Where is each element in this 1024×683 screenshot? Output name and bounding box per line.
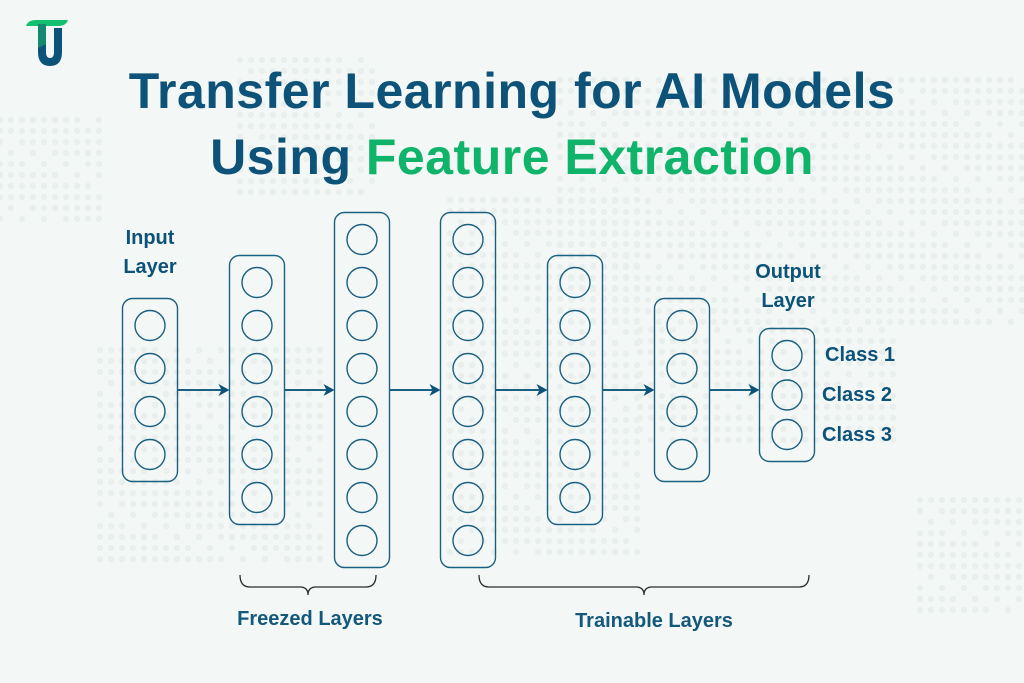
layer-box-hidden-4 [546, 254, 604, 526]
neuron-node [666, 309, 698, 342]
neuron-node [241, 352, 273, 385]
trainable-layers-bracket [478, 574, 810, 596]
neuron-node [241, 395, 273, 428]
neuron-node [666, 352, 698, 385]
neuron-node [666, 395, 698, 428]
neuron-node [452, 438, 484, 471]
neuron-node [346, 481, 378, 514]
neuron-node [452, 524, 484, 557]
output-layer-label: Output Layer [728, 258, 848, 316]
neuron-node [452, 352, 484, 385]
neuron-node [134, 352, 166, 385]
neuron-node [771, 379, 803, 411]
neuron-node [559, 309, 591, 342]
class-label-1: Class 1 [825, 344, 896, 366]
neural-network-diagram [121, 211, 816, 596]
neuron-node [771, 418, 803, 451]
neuron-node [346, 223, 378, 256]
neuron-node [346, 266, 378, 299]
neuron-node [666, 438, 698, 471]
layer-box-hidden-3 [439, 211, 497, 569]
neuron-node [559, 352, 591, 385]
neuron-node [134, 395, 166, 428]
neuron-node [241, 266, 273, 299]
input-layer-label-line-2: Layer [123, 256, 177, 278]
layer-box-hidden-1 [228, 254, 286, 526]
output-layer-label-line-1: Output [755, 261, 821, 283]
layer-box-input [121, 297, 179, 483]
input-layer-label: Input Layer [90, 224, 210, 282]
neuron-node [134, 438, 166, 471]
neuron-node [452, 266, 484, 299]
neuron-node [452, 309, 484, 342]
neuron-node [559, 438, 591, 471]
freezed-layers-bracket [239, 574, 377, 596]
layer-box-output [758, 327, 816, 463]
neuron-node [134, 309, 166, 342]
neuron-node [346, 524, 378, 557]
neuron-node [346, 395, 378, 428]
neuron-node [241, 438, 273, 471]
input-layer-label-line-1: Input [125, 227, 175, 249]
neuron-node [559, 481, 591, 514]
neuron-node [452, 223, 484, 256]
neuron-node [452, 481, 484, 514]
neuron-node [346, 438, 378, 471]
freezed-layers-label: Freezed Layers [237, 608, 383, 630]
neuron-node [559, 395, 591, 428]
neuron-node [559, 266, 591, 299]
class-label-3: Class 3 [822, 424, 893, 446]
layer-box-hidden-2 [333, 211, 391, 569]
neuron-node [452, 395, 484, 428]
output-layer-label-line-2: Layer [761, 290, 815, 312]
neuron-node [346, 309, 378, 342]
class-label-2: Class 2 [822, 384, 893, 406]
trainable-layers-label: Trainable Layers [575, 610, 733, 632]
layer-box-hidden-5 [653, 297, 711, 483]
neuron-node [771, 339, 803, 372]
neuron-node [241, 481, 273, 514]
neuron-node [346, 352, 378, 385]
neuron-node [241, 309, 273, 342]
